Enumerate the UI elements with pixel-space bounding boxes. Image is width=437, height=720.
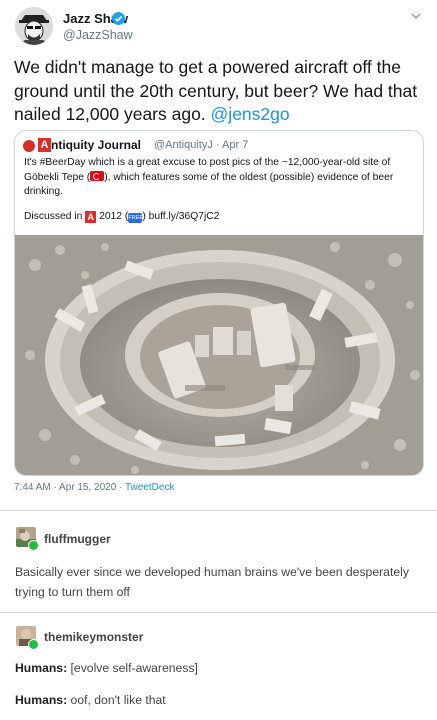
journal-avatar-icon xyxy=(23,140,35,152)
quoted-tweet[interactable]: A ntiquity Journal @AntiquityJ · Apr 7 I… xyxy=(14,130,424,476)
tweet-date[interactable]: 7:44 AM · Apr 15, 2020 · xyxy=(14,482,125,493)
free-access-badge-icon: FREE xyxy=(128,213,143,223)
tweet-text: We didn't manage to get a powered aircra… xyxy=(14,56,424,127)
verified-badge-icon xyxy=(112,12,125,25)
quoted-tweet-text: It's #BeerDay which is a great excuse to… xyxy=(24,156,416,200)
author-handle[interactable]: @JazzShaw xyxy=(63,28,133,42)
discussed-link[interactable]: ) buff.ly/36Q7jC2 xyxy=(142,211,219,222)
follow-badge-icon xyxy=(28,540,39,551)
author-avatar[interactable] xyxy=(15,7,53,45)
speaker-text: oof, don't like that xyxy=(67,693,166,707)
post-body-line-2: Humans: oof, don't like that xyxy=(15,690,425,710)
post-body: Basically ever since we developed human … xyxy=(15,565,409,599)
quoted-author-handle: @AntiquityJ · Apr 7 xyxy=(154,139,249,151)
chevron-down-icon[interactable] xyxy=(409,9,423,23)
speaker-label: Humans: xyxy=(15,661,68,675)
quoted-author-name[interactable]: ntiquity Journal xyxy=(51,138,141,152)
follow-badge-icon xyxy=(28,639,39,650)
divider xyxy=(0,510,437,511)
tweet-source-link[interactable]: TweetDeck xyxy=(125,482,174,493)
tweet-card: Jazz Shaw @JazzShaw We didn't manage to … xyxy=(0,0,437,510)
speaker-label: Humans: xyxy=(15,693,68,707)
turkey-flag-icon xyxy=(90,170,105,181)
tweet-timestamp: 7:44 AM · Apr 15, 2020 · TweetDeck xyxy=(14,482,174,493)
journal-logo-letter: A xyxy=(38,138,51,152)
post-username[interactable]: themikeymonster xyxy=(44,630,143,644)
post-body-line-1: Humans: [evolve self-awareness] xyxy=(15,658,425,678)
discussed-year: 2012 ( xyxy=(99,211,129,222)
post-username[interactable]: fluffmugger xyxy=(44,532,111,546)
discussed-in-line: Discussed in A 2012 (FREE) buff.ly/36Q7j… xyxy=(24,211,219,223)
journal-logo-small-icon: A xyxy=(85,211,97,223)
divider xyxy=(0,612,437,613)
gobekli-tepe-photo[interactable] xyxy=(15,235,423,475)
discussed-label: Discussed in xyxy=(24,211,83,222)
mention-link[interactable]: @jens2go xyxy=(211,104,290,124)
speaker-text: [evolve self-awareness] xyxy=(67,661,198,675)
